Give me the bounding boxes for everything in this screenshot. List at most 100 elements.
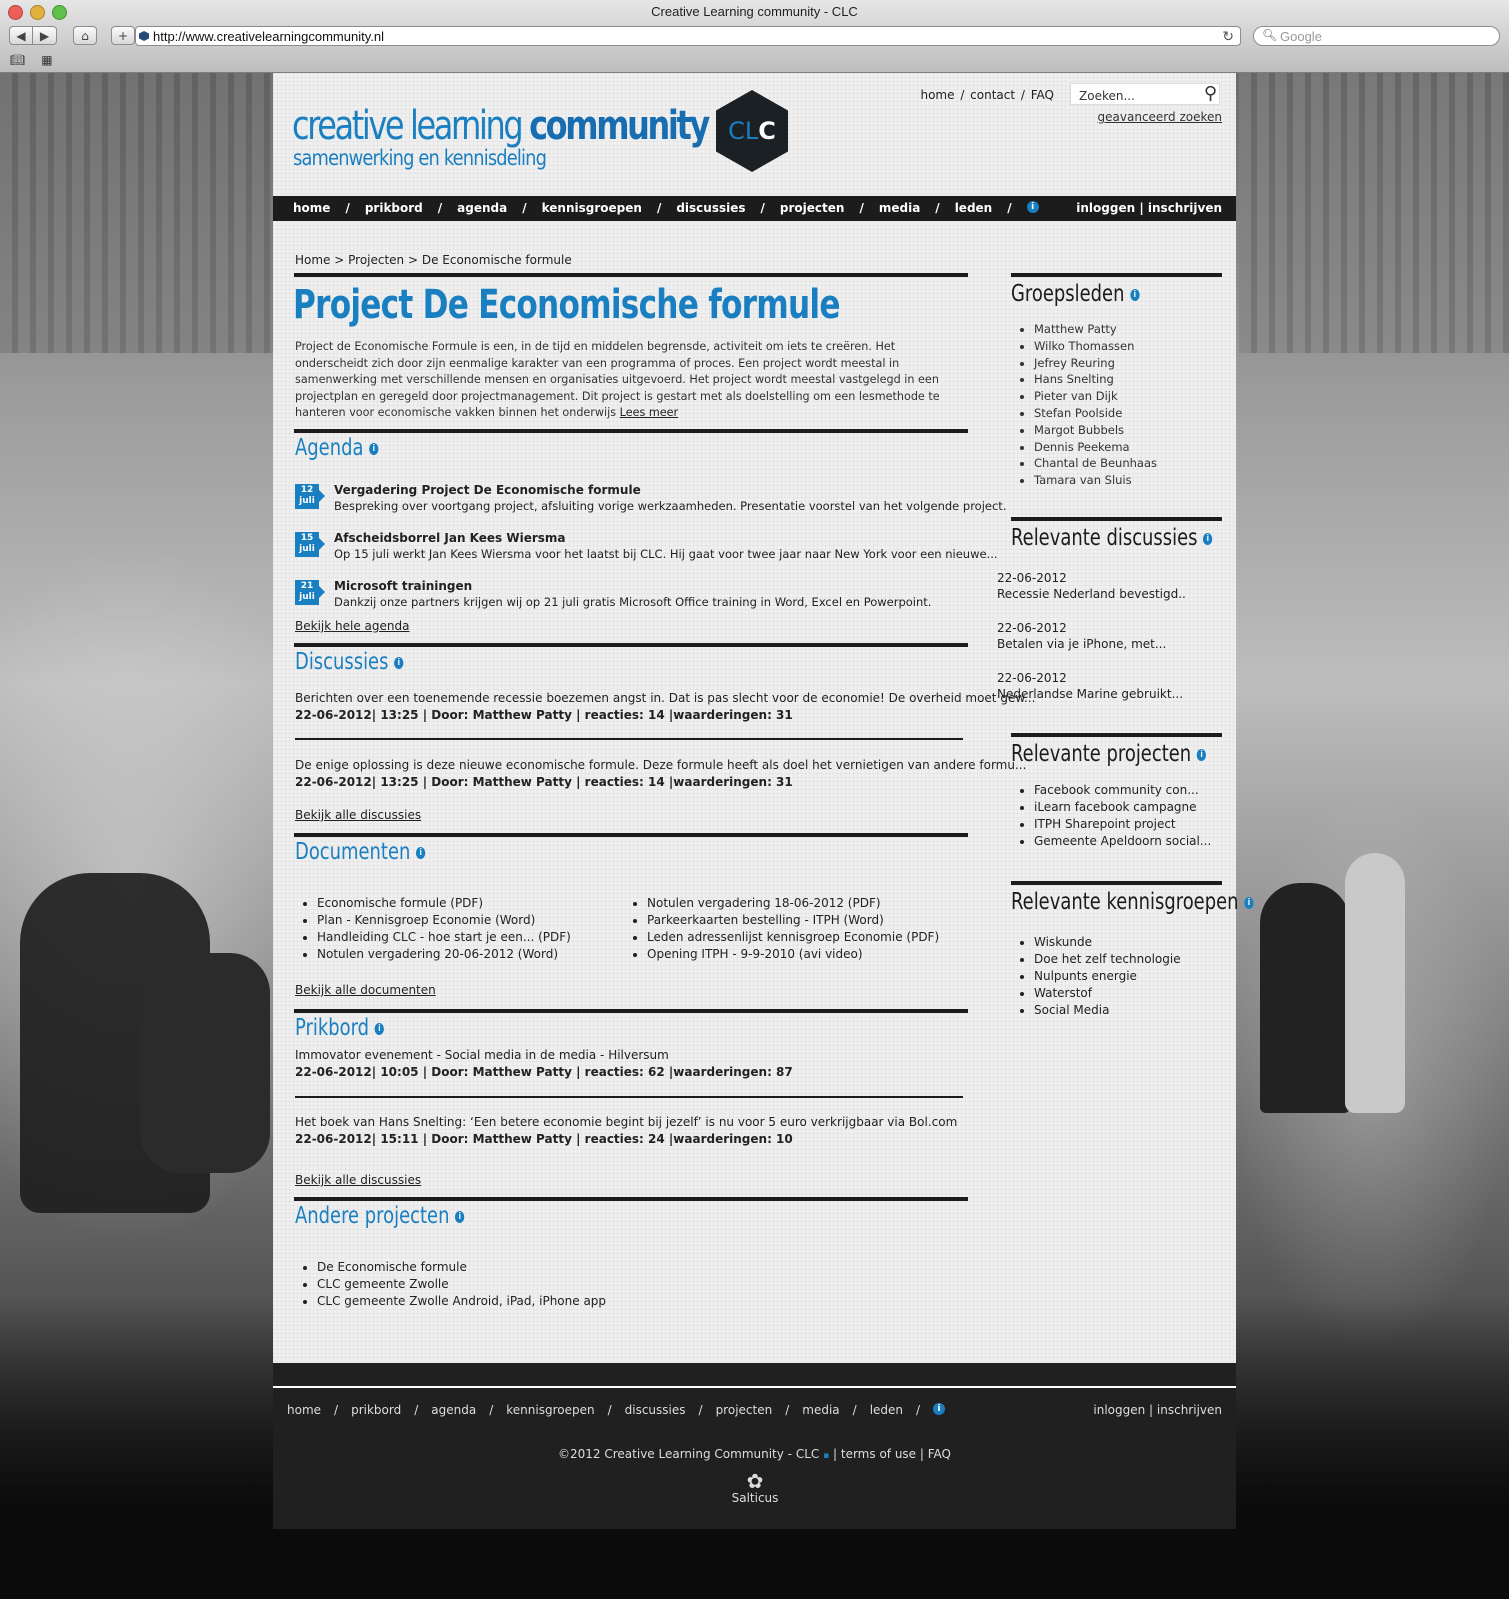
document-link[interactable]: Economische formule (PDF) [317, 895, 571, 912]
info-icon[interactable]: i [1026, 201, 1039, 213]
member-link[interactable]: Jefrey Reuring [1034, 355, 1157, 372]
zoom-window-button[interactable] [52, 5, 67, 20]
close-window-button[interactable] [8, 5, 23, 20]
footer-nav-kennisgroepen[interactable]: kennisgroepen [506, 1403, 594, 1417]
nav-projecten[interactable]: projecten [780, 201, 845, 215]
footer-nav-prikbord[interactable]: prikbord [351, 1403, 401, 1417]
knowledge-group-link[interactable]: Social Media [1034, 1002, 1181, 1019]
top-link-faq[interactable]: FAQ [1031, 88, 1054, 102]
salticus-logo[interactable]: ✿ Salticus [728, 1471, 782, 1505]
address-bar[interactable]: http://www.creativelearningcommunity.nl … [135, 26, 1241, 46]
info-icon[interactable]: i [1244, 896, 1254, 909]
document-link[interactable]: Notulen vergadering 20-06-2012 (Word) [317, 946, 571, 963]
related-discussion-item[interactable]: 22-06-2012 Recessie Nederland bevestigd.… [997, 570, 1186, 602]
view-full-agenda-link[interactable]: Bekijk hele agenda [295, 619, 409, 633]
project-link[interactable]: CLC gemeente Zwolle [317, 1276, 606, 1293]
member-link[interactable]: Pieter van Dijk [1034, 388, 1157, 405]
minimize-window-button[interactable] [30, 5, 45, 20]
view-all-discussions-link[interactable]: Bekijk alle discussies [295, 808, 421, 822]
browser-search-field[interactable]: 🔍︎ Google [1253, 26, 1500, 46]
footer-register-link[interactable]: inschrijven [1157, 1403, 1222, 1417]
nav-discussies[interactable]: discussies [676, 201, 745, 215]
footer-nav-home[interactable]: home [287, 1403, 321, 1417]
footer-nav-media[interactable]: media [802, 1403, 839, 1417]
register-link[interactable]: inschrijven [1148, 201, 1222, 215]
footer-faq-link[interactable]: FAQ [928, 1447, 951, 1461]
member-link[interactable]: Margot Bubbels [1034, 422, 1157, 439]
discussion-item[interactable]: De enige oplossing is deze nieuwe econom… [295, 758, 1026, 789]
info-icon[interactable]: i [455, 1210, 465, 1223]
related-project-link[interactable]: Gemeente Apeldoorn social... [1034, 833, 1211, 850]
view-all-documents-link[interactable]: Bekijk alle documenten [295, 983, 436, 997]
top-link-contact[interactable]: contact [970, 88, 1015, 102]
related-project-link[interactable]: ITPH Sharepoint project [1034, 816, 1211, 833]
nav-leden[interactable]: leden [955, 201, 993, 215]
discussion-item[interactable]: Berichten over een toenemende recessie b… [295, 691, 1035, 722]
bookmarks-book-icon[interactable]: 📖︎ [10, 53, 25, 67]
footer-nav-discussies[interactable]: discussies [625, 1403, 686, 1417]
document-link[interactable]: Opening ITPH - 9-9-2010 (avi video) [647, 946, 939, 963]
knowledge-group-link[interactable]: Wiskunde [1034, 934, 1181, 951]
terms-link[interactable]: terms of use [841, 1447, 916, 1461]
home-icon[interactable]: ⌂ [73, 26, 97, 45]
info-icon[interactable]: i [394, 656, 404, 669]
clc-hex-logo-icon[interactable]: CL C [716, 90, 788, 172]
project-link[interactable]: De Economische formule [317, 1259, 606, 1276]
search-icon[interactable]: ⚲ [1204, 83, 1217, 104]
knowledge-group-link[interactable]: Doe het zelf technologie [1034, 951, 1181, 968]
info-icon[interactable]: i [374, 1022, 385, 1035]
member-link[interactable]: Chantal de Beunhaas [1034, 455, 1157, 472]
member-link[interactable]: Hans Snelting [1034, 371, 1157, 388]
nav-agenda[interactable]: agenda [457, 201, 507, 215]
back-button[interactable]: ◀ [9, 26, 33, 45]
info-icon[interactable]: i [1196, 748, 1207, 761]
document-link[interactable]: Parkeerkaarten bestelling - ITPH (Word) [647, 912, 939, 929]
nav-prikbord[interactable]: prikbord [365, 201, 423, 215]
site-search-input[interactable]: Zoeken... ⚲ [1070, 83, 1220, 105]
footer-login-link[interactable]: inloggen [1093, 1403, 1145, 1417]
event-title[interactable]: Vergadering Project De Economische formu… [334, 483, 641, 497]
related-project-link[interactable]: iLearn facebook campagne [1034, 799, 1211, 816]
footer-nav-leden[interactable]: leden [870, 1403, 903, 1417]
prikbord-item[interactable]: Immovator evenement - Social media in de… [295, 1048, 793, 1079]
related-project-link[interactable]: Facebook community con... [1034, 782, 1211, 799]
top-sites-grid-icon[interactable]: ▦ [41, 53, 52, 67]
member-link[interactable]: Dennis Peekema [1034, 439, 1157, 456]
event-title[interactable]: Afscheidsborrel Jan Kees Wiersma [334, 531, 566, 545]
prikbord-item[interactable]: Het boek van Hans Snelting: ‘Een betere … [295, 1115, 957, 1146]
logo-wordmark[interactable]: creative learning community [292, 103, 710, 149]
footer-nav-agenda[interactable]: agenda [431, 1403, 476, 1417]
document-link[interactable]: Plan - Kennisgroep Economie (Word) [317, 912, 571, 929]
forward-button[interactable]: ▶ [33, 26, 57, 45]
document-link[interactable]: Handleiding CLC - hoe start je een... (P… [317, 929, 571, 946]
member-link[interactable]: Wilko Thomassen [1034, 338, 1157, 355]
login-link[interactable]: inloggen [1076, 201, 1135, 215]
reload-icon[interactable]: ↻ [1222, 28, 1234, 45]
footer-nav-projecten[interactable]: projecten [716, 1403, 773, 1417]
document-link[interactable]: Leden adressenlijst kennisgroep Economie… [647, 929, 939, 946]
info-icon[interactable]: i [416, 846, 426, 859]
event-title[interactable]: Microsoft trainingen [334, 579, 472, 593]
add-bookmark-button[interactable]: + [111, 26, 135, 45]
breadcrumb[interactable]: Home > Projecten > De Economische formul… [295, 253, 572, 267]
info-icon[interactable]: i [1130, 288, 1140, 301]
read-more-link[interactable]: Lees meer [620, 406, 678, 419]
document-link[interactable]: Notulen vergadering 18-06-2012 (PDF) [647, 895, 939, 912]
related-discussion-item[interactable]: 22-06-2012 Betalen via je iPhone, met... [997, 620, 1166, 652]
info-icon[interactable]: i [1203, 532, 1213, 545]
info-icon[interactable]: i [933, 1403, 946, 1415]
nav-home[interactable]: home [293, 201, 330, 215]
member-link[interactable]: Stefan Poolside [1034, 405, 1157, 422]
knowledge-group-link[interactable]: Nulpunts energie [1034, 968, 1181, 985]
view-all-prikbord-link[interactable]: Bekijk alle discussies [295, 1173, 421, 1187]
knowledge-group-link[interactable]: Waterstof [1034, 985, 1181, 1002]
member-link[interactable]: Tamara van Sluis [1034, 472, 1157, 489]
top-link-home[interactable]: home [920, 88, 954, 102]
nav-kennisgroepen[interactable]: kennisgroepen [542, 201, 642, 215]
project-link[interactable]: CLC gemeente Zwolle Android, iPad, iPhon… [317, 1293, 606, 1310]
related-discussion-item[interactable]: 22-06-2012 Nederlandse Marine gebruikt..… [997, 670, 1183, 702]
info-icon[interactable]: i [369, 442, 379, 455]
nav-media[interactable]: media [879, 201, 920, 215]
member-link[interactable]: Matthew Patty [1034, 321, 1157, 338]
advanced-search-link[interactable]: geavanceerd zoeken [1098, 110, 1222, 124]
